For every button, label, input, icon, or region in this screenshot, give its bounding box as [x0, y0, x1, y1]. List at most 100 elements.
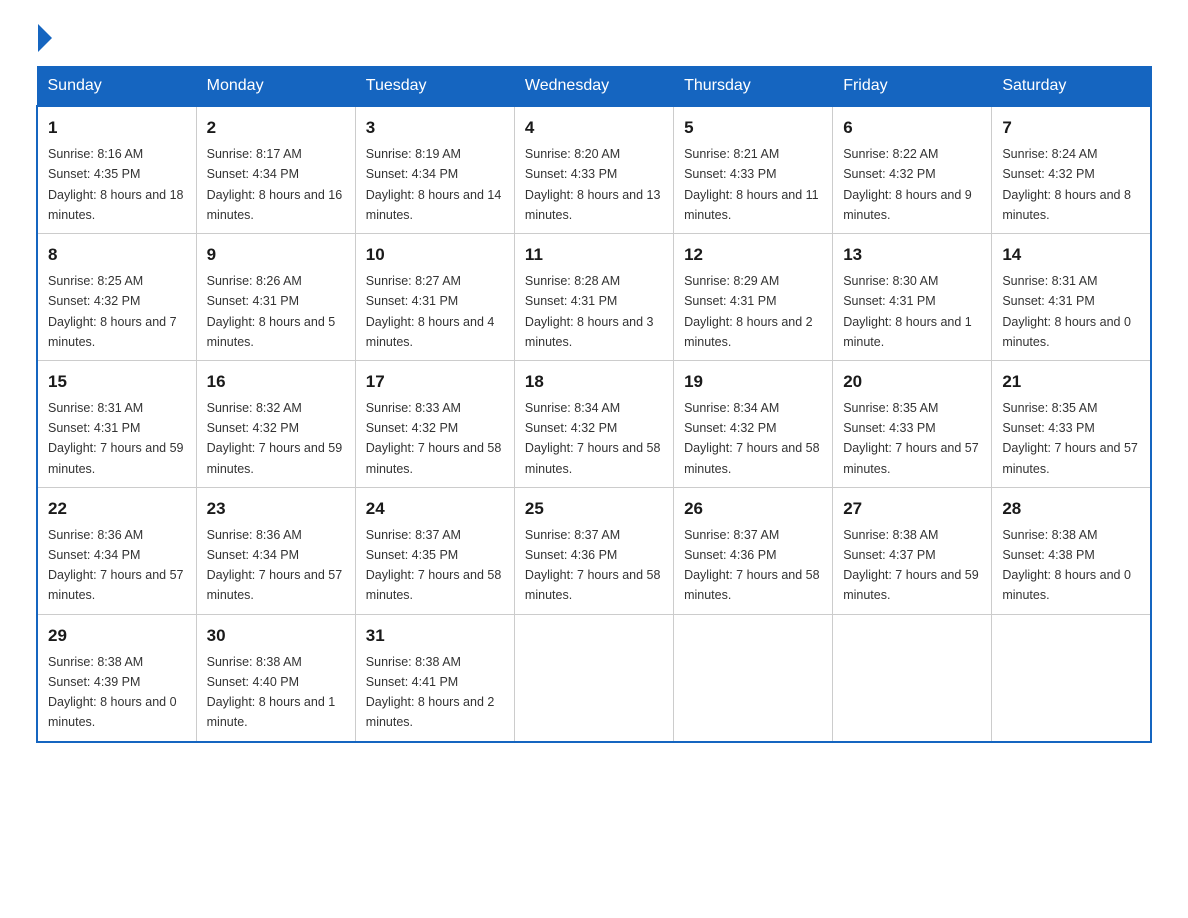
day-cell: 10 Sunrise: 8:27 AMSunset: 4:31 PMDayligh…: [355, 233, 514, 360]
day-number: 27: [843, 496, 981, 522]
day-number: 16: [207, 369, 345, 395]
day-cell: 19 Sunrise: 8:34 AMSunset: 4:32 PMDayligh…: [674, 360, 833, 487]
day-cell: 28Sunrise: 8:38 AMSunset: 4:38 PMDayligh…: [992, 487, 1151, 614]
day-info: Sunrise: 8:27 AMSunset: 4:31 PMDaylight:…: [366, 274, 495, 348]
day-info: Sunrise: 8:38 AMSunset: 4:41 PMDaylight:…: [366, 655, 495, 729]
weekday-header-thursday: Thursday: [674, 67, 833, 107]
day-cell: 13Sunrise: 8:30 AMSunset: 4:31 PMDayligh…: [833, 233, 992, 360]
day-info: Sunrise: 8:21 AMSunset: 4:33 PMDaylight:…: [684, 147, 819, 221]
day-info: Sunrise: 8:38 AMSunset: 4:37 PMDaylight:…: [843, 528, 979, 602]
page-header: [0, 0, 1188, 66]
day-cell: [514, 614, 673, 741]
day-cell: 29 Sunrise: 8:38 AMSunset: 4:39 PMDayligh…: [37, 614, 196, 741]
day-info: Sunrise: 8:20 AMSunset: 4:33 PMDaylight:…: [525, 147, 661, 221]
day-cell: 1 Sunrise: 8:16 AMSunset: 4:35 PMDaylight…: [37, 106, 196, 233]
day-info: Sunrise: 8:38 AMSunset: 4:39 PMDaylight:…: [48, 655, 177, 729]
day-info: Sunrise: 8:34 AMSunset: 4:32 PMDaylight:…: [684, 401, 820, 475]
day-cell: 26 Sunrise: 8:37 AMSunset: 4:36 PMDayligh…: [674, 487, 833, 614]
day-cell: 31 Sunrise: 8:38 AMSunset: 4:41 PMDayligh…: [355, 614, 514, 741]
weekday-header-friday: Friday: [833, 67, 992, 107]
day-number: 5: [684, 115, 822, 141]
week-row-4: 22 Sunrise: 8:36 AMSunset: 4:34 PMDayligh…: [37, 487, 1151, 614]
day-cell: 20 Sunrise: 8:35 AMSunset: 4:33 PMDayligh…: [833, 360, 992, 487]
day-number: 13: [843, 242, 981, 268]
day-info: Sunrise: 8:37 AMSunset: 4:36 PMDaylight:…: [684, 528, 820, 602]
day-number: 24: [366, 496, 504, 522]
day-info: Sunrise: 8:38 AMSunset: 4:38 PMDaylight:…: [1002, 528, 1131, 602]
day-info: Sunrise: 8:37 AMSunset: 4:36 PMDaylight:…: [525, 528, 661, 602]
day-info: Sunrise: 8:28 AMSunset: 4:31 PMDaylight:…: [525, 274, 654, 348]
day-number: 31: [366, 623, 504, 649]
day-number: 26: [684, 496, 822, 522]
day-number: 15: [48, 369, 186, 395]
day-cell: 9Sunrise: 8:26 AMSunset: 4:31 PMDaylight…: [196, 233, 355, 360]
day-cell: 24 Sunrise: 8:37 AMSunset: 4:35 PMDayligh…: [355, 487, 514, 614]
day-info: Sunrise: 8:29 AMSunset: 4:31 PMDaylight:…: [684, 274, 813, 348]
day-cell: [833, 614, 992, 741]
day-cell: 30 Sunrise: 8:38 AMSunset: 4:40 PMDayligh…: [196, 614, 355, 741]
day-number: 11: [525, 242, 663, 268]
day-info: Sunrise: 8:16 AMSunset: 4:35 PMDaylight:…: [48, 147, 184, 221]
day-cell: 12 Sunrise: 8:29 AMSunset: 4:31 PMDayligh…: [674, 233, 833, 360]
logo: [36, 28, 52, 50]
day-number: 30: [207, 623, 345, 649]
day-number: 2: [207, 115, 345, 141]
day-cell: 4 Sunrise: 8:20 AMSunset: 4:33 PMDaylight…: [514, 106, 673, 233]
logo-arrow-icon: [38, 24, 52, 52]
day-info: Sunrise: 8:33 AMSunset: 4:32 PMDaylight:…: [366, 401, 502, 475]
day-info: Sunrise: 8:38 AMSunset: 4:40 PMDaylight:…: [207, 655, 336, 729]
day-number: 14: [1002, 242, 1140, 268]
calendar-table: SundayMondayTuesdayWednesdayThursdayFrid…: [36, 66, 1152, 743]
day-cell: 18Sunrise: 8:34 AMSunset: 4:32 PMDayligh…: [514, 360, 673, 487]
day-cell: 11 Sunrise: 8:28 AMSunset: 4:31 PMDayligh…: [514, 233, 673, 360]
week-row-1: 1 Sunrise: 8:16 AMSunset: 4:35 PMDaylight…: [37, 106, 1151, 233]
day-cell: 17 Sunrise: 8:33 AMSunset: 4:32 PMDayligh…: [355, 360, 514, 487]
day-info: Sunrise: 8:36 AMSunset: 4:34 PMDaylight:…: [48, 528, 184, 602]
day-number: 29: [48, 623, 186, 649]
day-info: Sunrise: 8:35 AMSunset: 4:33 PMDaylight:…: [843, 401, 979, 475]
day-number: 12: [684, 242, 822, 268]
week-row-5: 29 Sunrise: 8:38 AMSunset: 4:39 PMDayligh…: [37, 614, 1151, 741]
day-number: 7: [1002, 115, 1140, 141]
day-number: 18: [525, 369, 663, 395]
day-info: Sunrise: 8:22 AMSunset: 4:32 PMDaylight:…: [843, 147, 972, 221]
weekday-header-row: SundayMondayTuesdayWednesdayThursdayFrid…: [37, 67, 1151, 107]
day-info: Sunrise: 8:35 AMSunset: 4:33 PMDaylight:…: [1002, 401, 1138, 475]
weekday-header-tuesday: Tuesday: [355, 67, 514, 107]
day-cell: 16 Sunrise: 8:32 AMSunset: 4:32 PMDayligh…: [196, 360, 355, 487]
day-cell: 7 Sunrise: 8:24 AMSunset: 4:32 PMDaylight…: [992, 106, 1151, 233]
day-cell: 22 Sunrise: 8:36 AMSunset: 4:34 PMDayligh…: [37, 487, 196, 614]
day-number: 22: [48, 496, 186, 522]
day-cell: 2Sunrise: 8:17 AMSunset: 4:34 PMDaylight…: [196, 106, 355, 233]
weekday-header-sunday: Sunday: [37, 67, 196, 107]
weekday-header-monday: Monday: [196, 67, 355, 107]
day-number: 17: [366, 369, 504, 395]
week-row-3: 15 Sunrise: 8:31 AMSunset: 4:31 PMDayligh…: [37, 360, 1151, 487]
day-cell: [992, 614, 1151, 741]
day-number: 10: [366, 242, 504, 268]
day-number: 20: [843, 369, 981, 395]
day-info: Sunrise: 8:32 AMSunset: 4:32 PMDaylight:…: [207, 401, 343, 475]
day-number: 3: [366, 115, 504, 141]
day-info: Sunrise: 8:19 AMSunset: 4:34 PMDaylight:…: [366, 147, 502, 221]
day-cell: 5 Sunrise: 8:21 AMSunset: 4:33 PMDaylight…: [674, 106, 833, 233]
day-cell: 15 Sunrise: 8:31 AMSunset: 4:31 PMDayligh…: [37, 360, 196, 487]
day-cell: 23 Sunrise: 8:36 AMSunset: 4:34 PMDayligh…: [196, 487, 355, 614]
day-number: 19: [684, 369, 822, 395]
day-cell: 21Sunrise: 8:35 AMSunset: 4:33 PMDayligh…: [992, 360, 1151, 487]
day-number: 23: [207, 496, 345, 522]
day-cell: 25 Sunrise: 8:37 AMSunset: 4:36 PMDayligh…: [514, 487, 673, 614]
day-number: 25: [525, 496, 663, 522]
day-info: Sunrise: 8:31 AMSunset: 4:31 PMDaylight:…: [48, 401, 184, 475]
day-number: 1: [48, 115, 186, 141]
day-number: 9: [207, 242, 345, 268]
weekday-header-saturday: Saturday: [992, 67, 1151, 107]
day-number: 8: [48, 242, 186, 268]
day-info: Sunrise: 8:24 AMSunset: 4:32 PMDaylight:…: [1002, 147, 1131, 221]
day-cell: 6Sunrise: 8:22 AMSunset: 4:32 PMDaylight…: [833, 106, 992, 233]
day-info: Sunrise: 8:37 AMSunset: 4:35 PMDaylight:…: [366, 528, 502, 602]
weekday-header-wednesday: Wednesday: [514, 67, 673, 107]
day-info: Sunrise: 8:36 AMSunset: 4:34 PMDaylight:…: [207, 528, 343, 602]
day-number: 4: [525, 115, 663, 141]
day-cell: 27 Sunrise: 8:38 AMSunset: 4:37 PMDayligh…: [833, 487, 992, 614]
